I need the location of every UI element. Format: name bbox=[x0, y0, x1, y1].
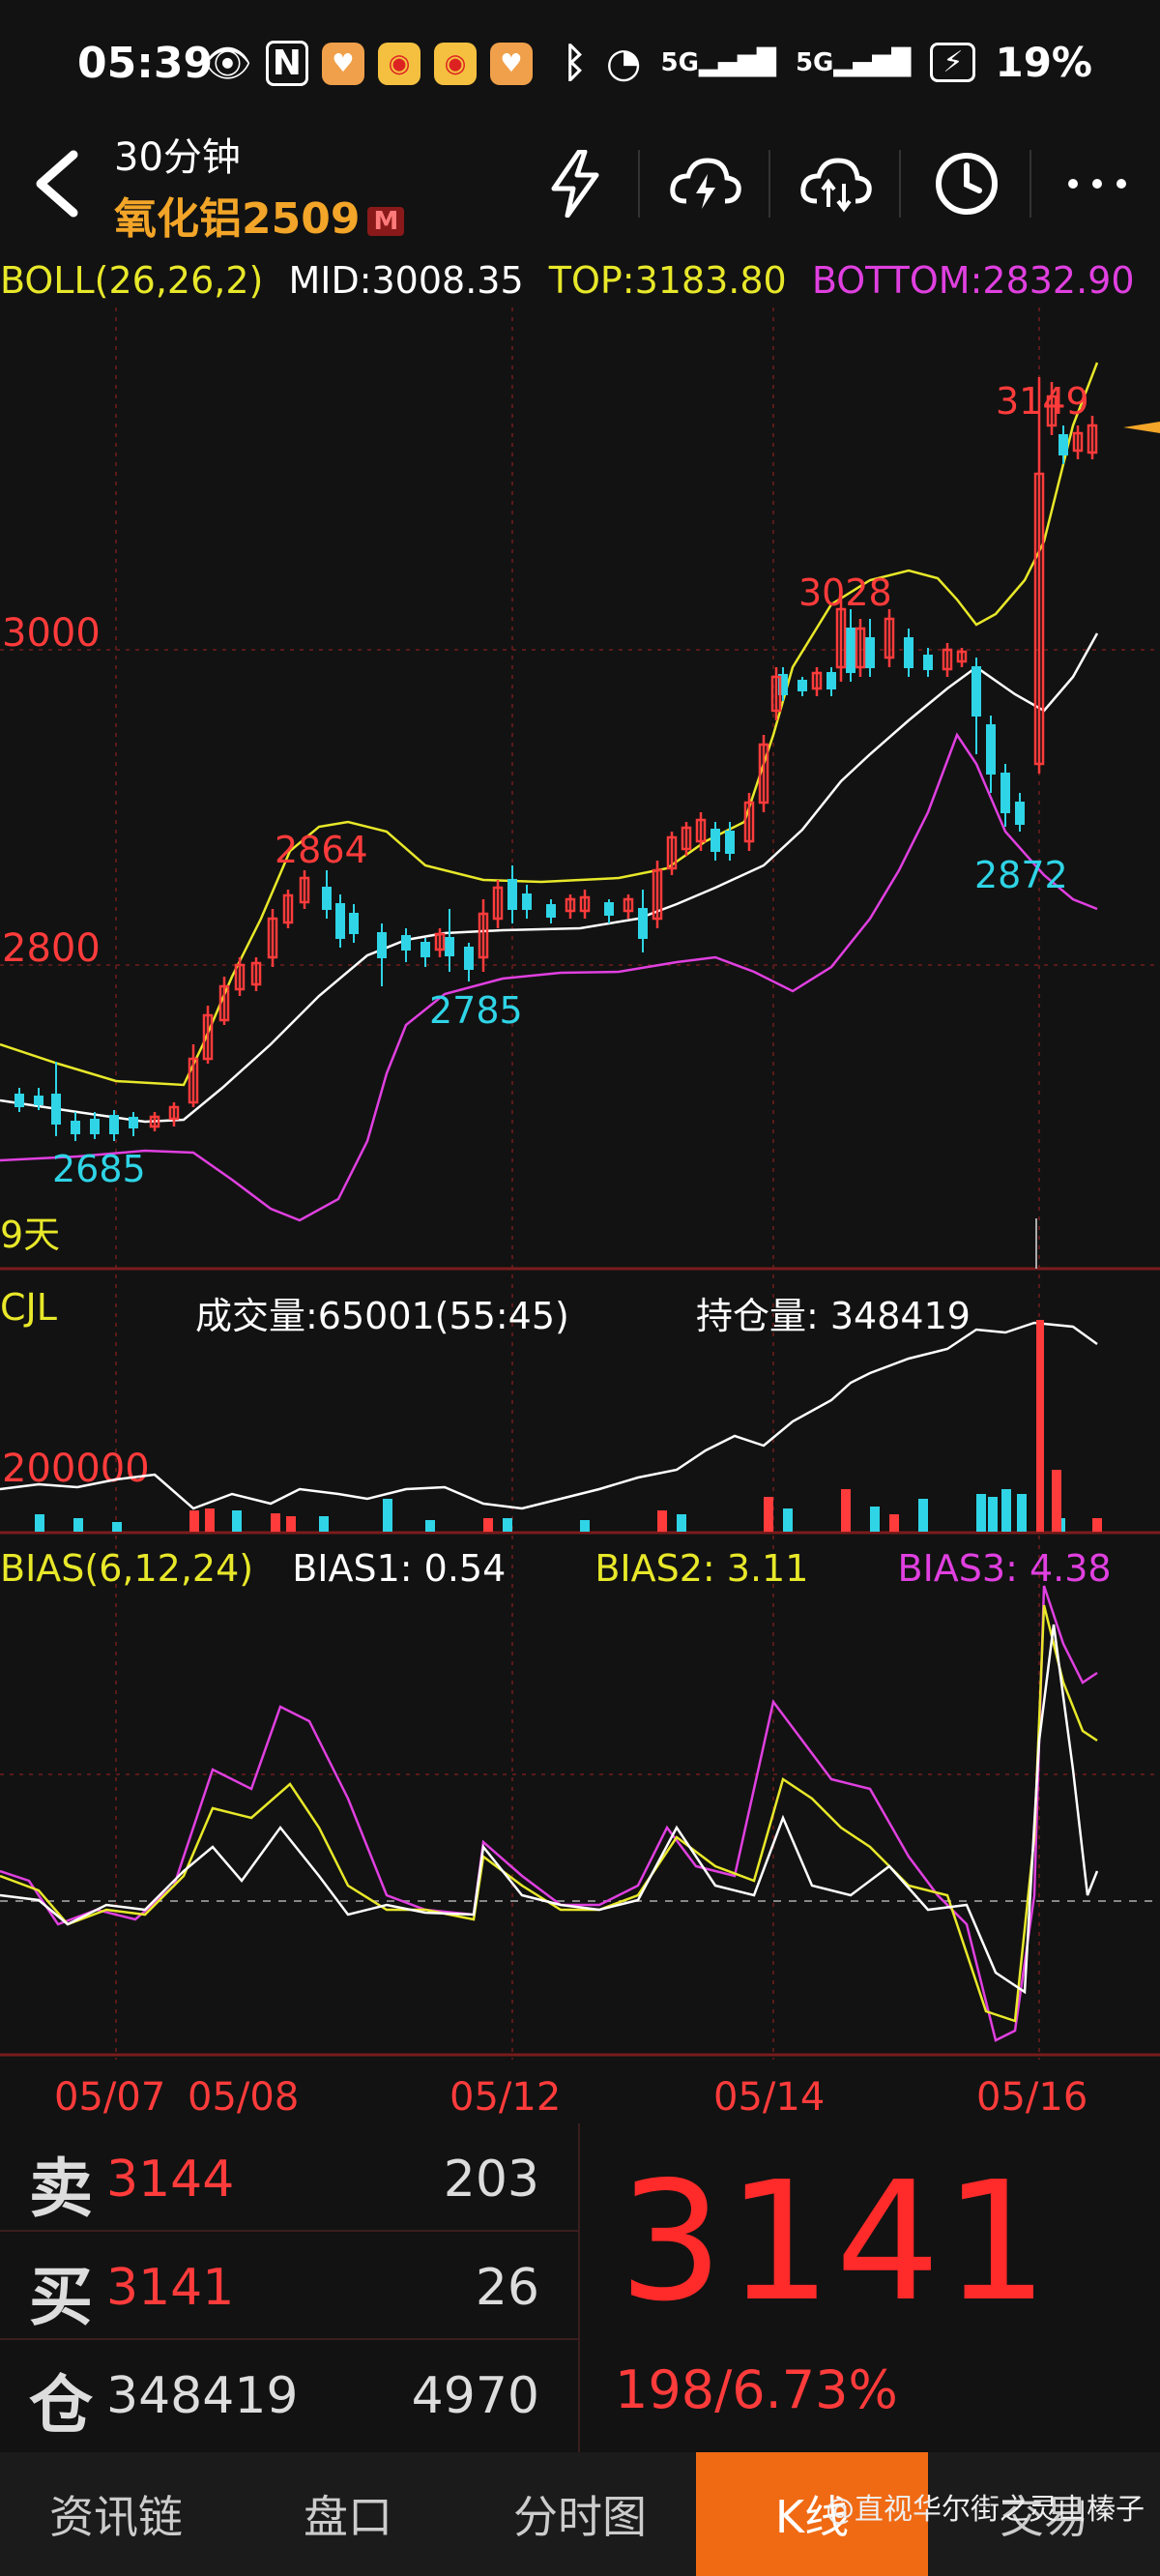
main-badge: M bbox=[367, 207, 405, 236]
cloud-flash-icon bbox=[670, 158, 741, 209]
battery-level: 19% bbox=[995, 39, 1092, 86]
bid-row[interactable]: 买 3141 26 bbox=[0, 2232, 578, 2340]
status-time: 05:39 bbox=[77, 39, 214, 88]
cloud-sync-icon bbox=[800, 158, 872, 213]
kline-chart[interactable]: 3000 2800 3149 3028 2864 2872 2785 2685 … bbox=[0, 307, 1160, 2145]
date-label: 05/07 bbox=[54, 2075, 165, 2120]
bias3-line bbox=[0, 1585, 1098, 2042]
open-interest-value: 持仓量: 348419 bbox=[696, 1295, 971, 1337]
tab-order-book[interactable]: 盘口 bbox=[232, 2452, 464, 2576]
position-label: 仓 bbox=[29, 2367, 93, 2443]
history-button[interactable] bbox=[928, 145, 1005, 222]
date-label: 05/12 bbox=[450, 2075, 561, 2120]
price-marker-icon bbox=[1123, 422, 1160, 433]
ask-row[interactable]: 卖 3144 203 bbox=[0, 2123, 578, 2232]
weibo-icon: ◉ bbox=[377, 42, 420, 85]
back-button[interactable] bbox=[27, 145, 85, 232]
bias1-value: BIAS1: 0.54 bbox=[292, 1547, 507, 1590]
date-label: 05/08 bbox=[188, 2075, 299, 2120]
volume-bars bbox=[35, 1320, 1102, 1532]
contract-title: 氧化铝2509 M bbox=[114, 184, 405, 246]
nfc-icon: N bbox=[265, 41, 308, 86]
system-icons: ᛒ ◔ 5G▂▄▆█ 5G▂▄▆█ ⚡ 19% bbox=[563, 39, 1092, 86]
status-bar: 05:39 👁 N ♥ ◉ ◉ ♥ ᛒ ◔ 5G▂▄▆█ 5G▂▄▆█ ⚡ 19… bbox=[0, 0, 1160, 140]
date-label: 05/14 bbox=[713, 2075, 825, 2120]
ask-price: 3144 bbox=[106, 2151, 235, 2209]
position-change: 4970 bbox=[411, 2367, 539, 2425]
eye-icon: 👁 bbox=[203, 42, 252, 86]
price-change: 198/6.73% bbox=[615, 2359, 898, 2420]
boll-label: BOLL(26,26,2) bbox=[0, 259, 264, 302]
y-label-2800: 2800 bbox=[2, 926, 101, 971]
bluetooth-icon: ᛒ bbox=[562, 39, 587, 86]
days-label: 9天 bbox=[0, 1214, 60, 1256]
last-price: 3141 bbox=[619, 2147, 1053, 2338]
chevron-left-icon bbox=[36, 150, 78, 218]
cloud-sync-button[interactable] bbox=[798, 145, 875, 222]
bias3-value: BIAS3: 4.38 bbox=[897, 1547, 1112, 1590]
boll-indicator-line: BOLL(26,26,2) MID:3008.35 TOP:3183.80 BO… bbox=[0, 259, 1135, 302]
lightning-button[interactable] bbox=[536, 145, 614, 222]
volume-axis-label: 200000 bbox=[2, 1447, 150, 1491]
ask-volume: 203 bbox=[443, 2151, 539, 2209]
boll-top-line bbox=[0, 362, 1099, 1087]
high-label-2864: 2864 bbox=[275, 829, 368, 871]
tab-news-chain[interactable]: 资讯链 bbox=[0, 2452, 232, 2576]
watermark: @直视华尔街之灵山榛子 bbox=[826, 2493, 1145, 2527]
high-label-3149: 3149 bbox=[996, 380, 1089, 423]
lightning-icon bbox=[551, 150, 599, 218]
bid-price: 3141 bbox=[106, 2259, 235, 2317]
boll-bottom: BOTTOM:2832.90 bbox=[811, 259, 1135, 302]
candles bbox=[14, 377, 1098, 1141]
volume-indicator-line: CJL 成交量:65001(55:45) 持仓量: 348419 bbox=[0, 1286, 1160, 1337]
position-value: 348419 bbox=[106, 2367, 299, 2425]
more-icon bbox=[1068, 179, 1126, 189]
signal-icon: 5G▂▄▆█ bbox=[795, 47, 912, 77]
cloud-flash-button[interactable] bbox=[667, 145, 744, 222]
date-label: 05/16 bbox=[976, 2075, 1088, 2120]
bias-label: BIAS(6,12,24) bbox=[0, 1547, 254, 1590]
app-icon: ♥ bbox=[321, 42, 364, 85]
boll-mid-line bbox=[0, 632, 1099, 1124]
weibo-icon: ◉ bbox=[433, 42, 477, 85]
low-label-2685: 2685 bbox=[52, 1148, 146, 1190]
bias-indicator-line: BIAS(6,12,24) BIAS1: 0.54 BIAS2: 3.11 BI… bbox=[0, 1547, 1112, 1590]
low-label-2785: 2785 bbox=[429, 989, 523, 1032]
low-label-2872: 2872 bbox=[974, 854, 1068, 896]
battery-icon: ⚡ bbox=[930, 43, 976, 82]
tab-intraday[interactable]: 分时图 bbox=[464, 2452, 696, 2576]
position-row: 仓 348419 4970 bbox=[0, 2340, 578, 2446]
period-label: 30分钟 bbox=[114, 135, 241, 180]
app-icon: ♥ bbox=[489, 42, 533, 85]
bid-volume: 26 bbox=[475, 2259, 539, 2317]
chart-grid bbox=[0, 307, 1160, 2060]
signal-icon: 5G▂▄▆█ bbox=[660, 47, 776, 77]
y-label-3000: 3000 bbox=[2, 611, 101, 656]
boll-mid: MID:3008.35 bbox=[288, 259, 524, 302]
cjl-label: CJL bbox=[0, 1286, 57, 1329]
volume-value: 成交量:65001(55:45) bbox=[195, 1295, 569, 1337]
bias1-line bbox=[0, 1624, 1099, 1995]
bias2-value: BIAS2: 3.11 bbox=[594, 1547, 809, 1590]
high-label-3028: 3028 bbox=[798, 571, 892, 614]
clock-icon bbox=[936, 153, 998, 215]
boll-top: TOP:3183.80 bbox=[548, 259, 787, 302]
notification-icons: 👁 N ♥ ◉ ◉ ♥ bbox=[203, 41, 533, 86]
open-interest-line bbox=[0, 1321, 1098, 1510]
more-button[interactable] bbox=[1058, 145, 1136, 222]
boll-bottom-line bbox=[0, 732, 1098, 1222]
bid-label: 买 bbox=[29, 2259, 93, 2334]
ask-label: 卖 bbox=[29, 2151, 93, 2226]
wifi-icon: ◔ bbox=[605, 39, 642, 86]
bias2-line bbox=[0, 1604, 1098, 2023]
